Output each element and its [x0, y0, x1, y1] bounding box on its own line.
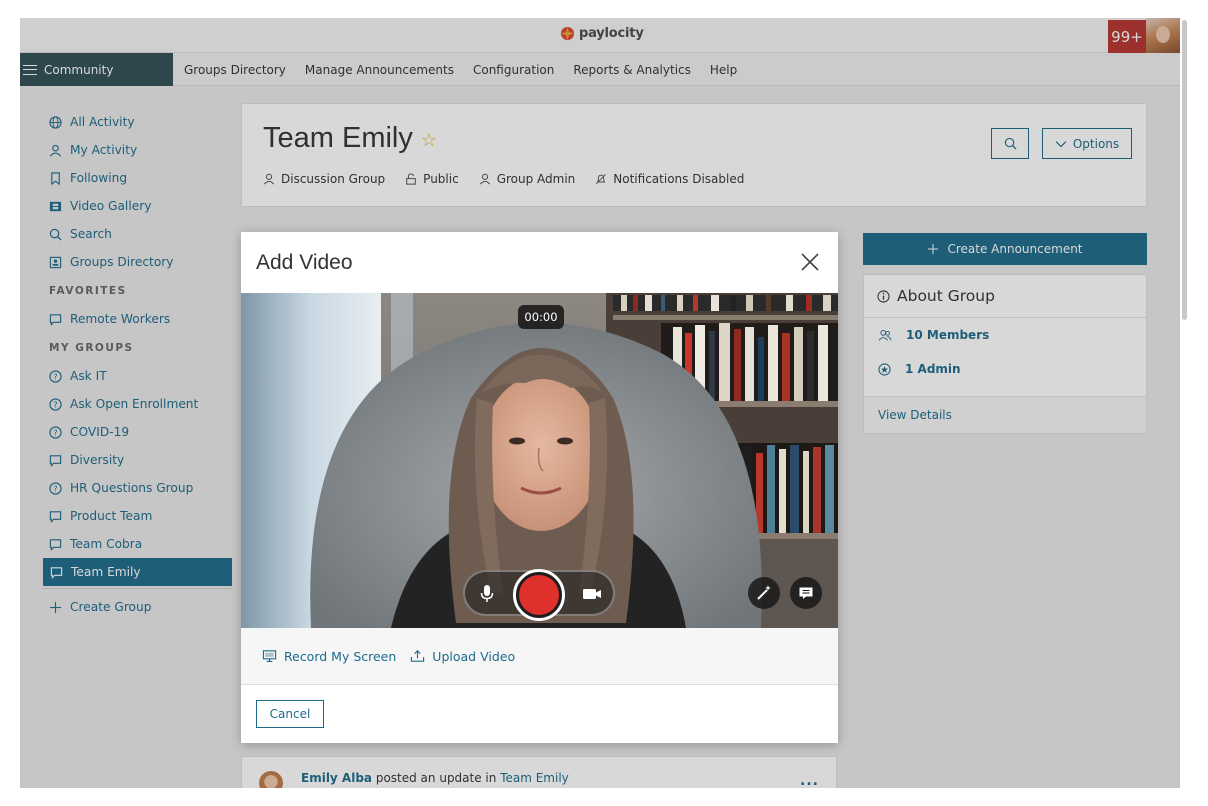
- camera-preview: 00:00: [241, 293, 838, 628]
- cancel-button[interactable]: Cancel: [256, 700, 324, 728]
- effects-button[interactable]: [748, 577, 780, 609]
- record-button[interactable]: [513, 569, 565, 621]
- scrollbar-thumb[interactable]: [1182, 20, 1187, 320]
- recording-controls: [463, 569, 615, 621]
- modal-title: Add Video: [256, 250, 353, 274]
- magic-wand-icon: [757, 585, 771, 600]
- close-icon[interactable]: [798, 250, 822, 274]
- microphone-icon[interactable]: [477, 583, 497, 603]
- captions-button[interactable]: [790, 577, 822, 609]
- upload-video-label: Upload Video: [432, 648, 516, 664]
- app-window: paylocity 99+ Community Groups Directory…: [20, 18, 1180, 788]
- monitor-icon: [262, 650, 277, 663]
- recording-timer: 00:00: [518, 305, 564, 329]
- video-source-options: Record My Screen Upload Video: [241, 628, 838, 685]
- record-my-screen-label: Record My Screen: [284, 648, 397, 664]
- modal-header: Add Video: [241, 232, 838, 293]
- upload-icon: [411, 650, 425, 662]
- page-scrollbar[interactable]: [1182, 18, 1188, 788]
- camera-icon[interactable]: [581, 584, 603, 604]
- caption-icon: [799, 587, 813, 599]
- upload-video-button[interactable]: Upload Video: [410, 649, 515, 664]
- record-my-screen-button[interactable]: Record My Screen: [262, 649, 396, 664]
- add-video-modal: Add Video 00:00 Record My Screen Upload …: [241, 232, 838, 743]
